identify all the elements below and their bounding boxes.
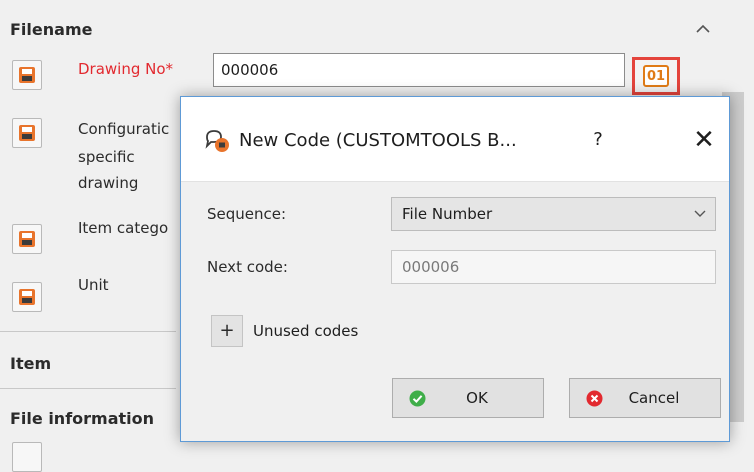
configuration-label: Configuratic	[78, 120, 170, 138]
sequence-select[interactable]: File Number	[391, 197, 716, 231]
chevron-down-icon	[694, 210, 706, 217]
drawing-no-input[interactable]: 000006	[213, 53, 625, 87]
cancel-label: Cancel	[628, 389, 680, 407]
customtools-icon	[205, 130, 229, 152]
close-button[interactable]: ✕	[689, 125, 719, 155]
drawing-no-label: Drawing No*	[78, 60, 174, 78]
new-code-dialog: New Code (CUSTOMTOOLS B... ? ✕ Sequence:…	[180, 96, 730, 442]
expand-unused-codes-button[interactable]: +	[211, 315, 243, 347]
dialog-titlebar[interactable]: New Code (CUSTOMTOOLS B... ? ✕	[181, 97, 729, 182]
save-icon	[19, 231, 35, 247]
section-title-filename[interactable]: Filename	[10, 20, 92, 39]
save-property-button[interactable]	[12, 224, 42, 254]
save-property-button[interactable]	[12, 118, 42, 148]
chevron-up-icon[interactable]	[694, 20, 712, 38]
section-title-item[interactable]: Item	[10, 354, 51, 373]
unit-label: Unit	[78, 276, 109, 294]
cancel-button[interactable]: Cancel	[569, 378, 721, 418]
new-code-button[interactable]: 01	[632, 57, 680, 95]
sequence-value: File Number	[402, 205, 493, 223]
save-icon	[19, 67, 35, 83]
unused-codes-label: Unused codes	[253, 322, 359, 340]
dialog-title: New Code (CUSTOMTOOLS B...	[239, 130, 517, 151]
item-category-label: Item catego	[78, 219, 169, 237]
code-icon: 01	[643, 65, 669, 87]
configuration-label-line3: drawing	[78, 174, 139, 192]
ok-button[interactable]: OK	[392, 378, 544, 418]
help-button[interactable]: ?	[583, 125, 613, 155]
divider	[0, 388, 176, 389]
save-property-button[interactable]	[12, 442, 42, 472]
next-code-field[interactable]: 000006	[391, 250, 716, 284]
configuration-label-line2: specific	[78, 148, 135, 166]
section-title-file-information[interactable]: File information	[10, 409, 154, 428]
save-property-button[interactable]	[12, 282, 42, 312]
sequence-label: Sequence:	[207, 205, 287, 223]
save-property-button[interactable]	[12, 60, 42, 90]
next-code-label: Next code:	[207, 258, 288, 276]
divider	[0, 331, 176, 332]
save-icon	[19, 289, 35, 305]
save-icon	[19, 125, 35, 141]
ok-label: OK	[466, 389, 488, 407]
